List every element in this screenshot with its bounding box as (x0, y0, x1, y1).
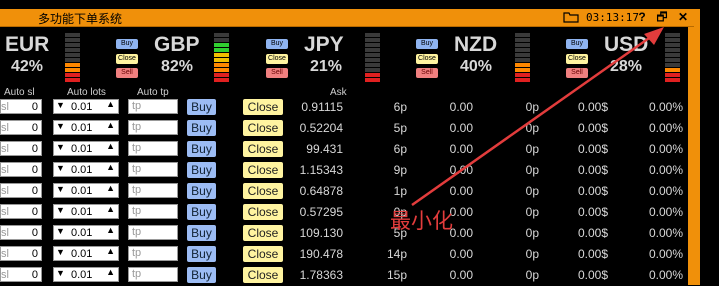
annotation-arrow (411, 27, 664, 207)
